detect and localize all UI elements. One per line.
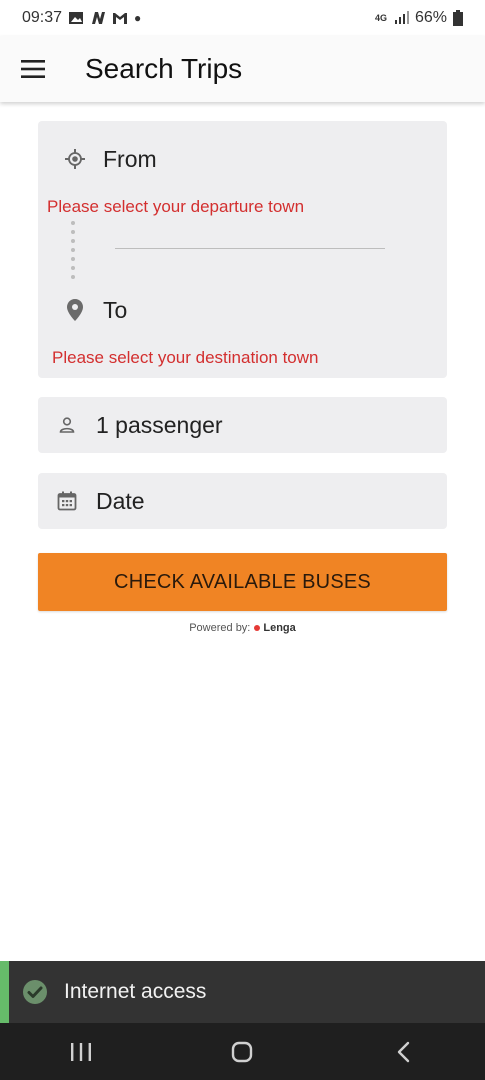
back-button[interactable] (364, 1023, 444, 1080)
passenger-count: 1 passenger (96, 411, 223, 438)
date-label: Date (96, 487, 145, 514)
to-field[interactable]: To (64, 294, 424, 326)
more-notifications-icon: ● (134, 11, 142, 25)
internet-status-snackbar: Internet access (0, 961, 485, 1023)
home-icon (232, 1041, 253, 1062)
signal-icon (394, 11, 409, 24)
app-bar: Search Trips (0, 36, 485, 102)
snackbar-text: Internet access (64, 980, 207, 1003)
powered-by-brand: Lenga (263, 622, 296, 634)
location-pin-icon (67, 299, 83, 321)
calendar-icon (56, 490, 78, 512)
system-nav-bar (0, 1023, 485, 1080)
battery-percent: 66% (414, 9, 447, 26)
powered-by-prefix: Powered by: (189, 622, 251, 634)
back-chevron-icon (397, 1041, 410, 1062)
status-bar: 09:37 ● 4G 66% (0, 0, 485, 36)
location-target-icon (65, 149, 85, 169)
route-divider (115, 248, 385, 249)
from-label: From (103, 145, 157, 172)
passenger-field[interactable]: 1 passenger (38, 397, 447, 453)
snackbar-accent-bar (0, 961, 9, 1023)
route-card: From Please select your departure town T… (38, 121, 447, 378)
person-icon (56, 414, 78, 436)
gallery-icon (69, 12, 84, 24)
powered-by: Powered by: Lenga (0, 622, 485, 634)
network-type: 4G (374, 13, 387, 23)
n-app-icon (92, 12, 106, 24)
gmail-icon (113, 13, 128, 24)
page-title: Search Trips (85, 53, 243, 84)
battery-icon (453, 10, 463, 26)
recent-apps-button[interactable] (41, 1023, 121, 1080)
lenga-logo-dot-icon (254, 624, 261, 631)
menu-button[interactable] (0, 36, 66, 102)
home-button[interactable] (202, 1023, 282, 1080)
status-time: 09:37 (22, 9, 63, 26)
route-connector-dots (71, 221, 77, 283)
to-label: To (103, 296, 128, 323)
recent-apps-icon (70, 1042, 91, 1061)
menu-icon (21, 60, 45, 78)
check-available-buses-button[interactable]: CHECK AVAILABLE BUSES (38, 553, 447, 611)
from-field[interactable]: From (64, 143, 424, 175)
to-error-text: Please select your destination town (52, 348, 319, 367)
check-circle-icon (23, 980, 47, 1004)
date-field[interactable]: Date (38, 473, 447, 529)
from-error-text: Please select your departure town (47, 197, 305, 216)
